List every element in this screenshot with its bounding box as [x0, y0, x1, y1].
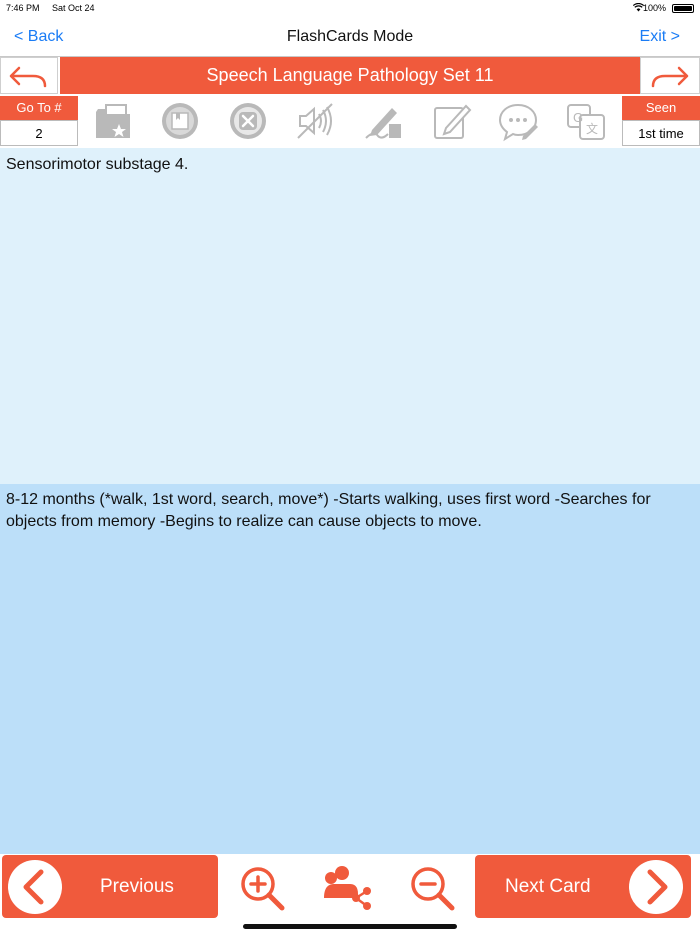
zoom-in-icon[interactable]	[236, 864, 288, 912]
redo-arrow-icon	[651, 66, 689, 88]
seen-label: Seen	[622, 96, 700, 120]
next-card-button[interactable]: Next Card	[475, 855, 691, 918]
page-title: FlashCards Mode	[286, 28, 414, 45]
goto-label: Go To #	[0, 96, 78, 120]
status-time: 7:46 PM	[6, 3, 40, 13]
sound-off-icon[interactable]	[294, 100, 336, 142]
next-card-button-label: Next Card	[505, 876, 591, 897]
status-bar: 7:46 PM Sat Oct 24 100%	[0, 0, 700, 16]
previous-button[interactable]: Previous	[2, 855, 218, 918]
svg-text:文: 文	[586, 121, 598, 136]
battery-icon	[672, 4, 694, 13]
share-users-icon[interactable]	[320, 864, 374, 912]
battery-percent: 100%	[642, 3, 666, 13]
status-date: Sat Oct 24	[52, 3, 95, 13]
seen-value: 1st time	[622, 120, 700, 146]
navigation-bar: FlashCards Mode < Back Exit >	[0, 16, 700, 57]
exit-button[interactable]: Exit >	[640, 28, 680, 46]
set-title: Speech Language Pathology Set 11	[60, 57, 640, 94]
bookmark-icon[interactable]	[159, 100, 201, 142]
svg-text:G: G	[573, 110, 583, 125]
goto-input[interactable]: 2	[0, 120, 78, 146]
chevron-left-icon	[8, 860, 62, 914]
card-back[interactable]: 8-12 months (*walk, 1st word, search, mo…	[0, 484, 700, 854]
back-button[interactable]: < Back	[14, 28, 63, 46]
edit-note-icon[interactable]	[430, 100, 472, 142]
previous-button-label: Previous	[100, 876, 174, 897]
comment-icon[interactable]	[497, 100, 539, 142]
home-indicator[interactable]	[243, 924, 457, 929]
next-set-button[interactable]	[640, 57, 700, 94]
delete-icon[interactable]	[227, 100, 269, 142]
card-back-text: 8-12 months (*walk, 1st word, search, mo…	[6, 491, 651, 530]
translate-icon[interactable]: G文	[565, 100, 607, 142]
handwriting-icon[interactable]	[362, 100, 404, 142]
zoom-out-icon[interactable]	[406, 864, 458, 912]
folder-star-icon[interactable]	[92, 100, 134, 142]
card-front[interactable]: Sensorimotor substage 4.	[0, 148, 700, 484]
previous-set-button[interactable]	[0, 57, 58, 94]
undo-arrow-icon	[9, 66, 47, 88]
chevron-right-icon	[629, 860, 683, 914]
card-front-text: Sensorimotor substage 4.	[6, 156, 189, 173]
